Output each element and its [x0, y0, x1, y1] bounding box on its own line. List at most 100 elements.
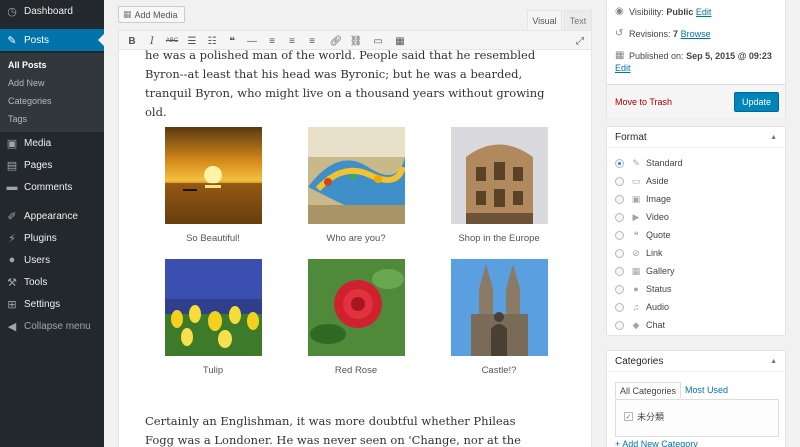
- numbered-list-icon[interactable]: ☷: [205, 34, 219, 48]
- menu-item-comments[interactable]: ▬ Comments: [0, 176, 104, 198]
- submenu-categories[interactable]: Categories: [8, 96, 52, 106]
- format-option-audio[interactable]: ♫ Audio: [615, 300, 669, 314]
- fullscreen-icon[interactable]: ⤢: [573, 34, 587, 48]
- horizontal-line-icon[interactable]: —: [245, 34, 259, 48]
- plugin-icon: ⚡: [8, 232, 16, 245]
- bullet-list-icon[interactable]: ☰: [185, 34, 199, 48]
- radio-checked[interactable]: [615, 158, 624, 168]
- tulip-image: [164, 259, 262, 356]
- collapse-menu-button[interactable]: ◀ Collapse menu: [0, 315, 104, 337]
- radio[interactable]: [615, 212, 624, 222]
- bold-icon[interactable]: B: [125, 34, 139, 48]
- format-option-quote[interactable]: ❝ Quote: [615, 228, 671, 242]
- tab-text[interactable]: Text: [564, 10, 592, 30]
- gallery-item[interactable]: Shop in the Europe: [439, 127, 559, 244]
- format-option-image[interactable]: ▣ Image: [615, 192, 671, 206]
- gallery-item[interactable]: Tulip: [153, 259, 273, 376]
- chat-icon: ◆: [632, 319, 640, 330]
- collapse-up-icon[interactable]: ▲: [770, 358, 777, 365]
- menu-item-pages[interactable]: ▤ Pages: [0, 154, 104, 176]
- gallery-item[interactable]: Castle!?: [439, 259, 559, 376]
- tab-visual[interactable]: Visual: [527, 10, 562, 30]
- video-icon: ▶: [632, 211, 640, 222]
- strikethrough-icon[interactable]: ABC: [165, 34, 179, 48]
- gallery-icon: ▦: [631, 265, 641, 276]
- submenu-all-posts[interactable]: All Posts: [8, 60, 47, 70]
- menu-item-appearance[interactable]: ✐ Appearance: [0, 205, 104, 227]
- dashboard-icon: ◷: [7, 5, 17, 18]
- eye-icon: ◉: [615, 6, 624, 17]
- editor-content[interactable]: he was a polished man of the world. Peop…: [118, 50, 592, 447]
- radio[interactable]: [615, 320, 624, 330]
- radio[interactable]: [615, 194, 624, 204]
- browse-revisions-link[interactable]: Browse: [681, 29, 711, 39]
- settings-icon: ⊞: [7, 298, 17, 311]
- pages-icon: ▤: [6, 159, 18, 172]
- revisions-row: ↺ Revisions: 7 Browse: [615, 28, 711, 39]
- menu-item-plugins[interactable]: ⚡ Plugins: [0, 227, 104, 249]
- radio[interactable]: [615, 284, 624, 294]
- format-option-aside[interactable]: ▭ Aside: [615, 174, 669, 188]
- gallery-caption: Castle!?: [481, 365, 517, 376]
- add-new-category-link[interactable]: + Add New Category: [615, 439, 698, 447]
- image-icon: ▣: [631, 193, 641, 204]
- format-option-link[interactable]: ⊘ Link: [615, 246, 663, 260]
- format-option-gallery[interactable]: ▦ Gallery: [615, 264, 675, 278]
- align-center-icon[interactable]: ≡: [285, 34, 299, 48]
- menu-item-posts[interactable]: ✎ Posts: [0, 29, 104, 51]
- sunset-image: [164, 127, 262, 224]
- menu-item-users[interactable]: ● Users: [0, 249, 104, 271]
- tab-all-categories[interactable]: All Categories: [615, 382, 682, 398]
- format-option-standard[interactable]: ✎ Standard: [615, 156, 683, 170]
- update-button[interactable]: Update: [734, 92, 779, 112]
- menu-item-media[interactable]: ▣ Media: [0, 132, 104, 154]
- categories-box: Categories ▲ All Categories Most Used ✓ …: [606, 350, 786, 447]
- gallery-caption: Shop in the Europe: [458, 233, 540, 244]
- radio[interactable]: [615, 266, 624, 276]
- format-box-title[interactable]: Format ▲: [607, 127, 785, 148]
- quote-icon: ❝: [633, 229, 639, 240]
- blockquote-icon[interactable]: ❝: [225, 34, 239, 48]
- format-box: Format ▲ ✎ Standard ▭ Aside ▣ Image ▶ Vi…: [606, 126, 786, 336]
- gallery-item[interactable]: Who are you?: [296, 127, 416, 244]
- collapse-up-icon[interactable]: ▲: [770, 134, 777, 141]
- published-edit-link[interactable]: Edit: [615, 63, 631, 73]
- editor-tools: ▦ Add Media Visual Text: [104, 0, 592, 30]
- format-option-video[interactable]: ▶ Video: [615, 210, 669, 224]
- toolbar-toggle-icon[interactable]: ▦: [393, 34, 407, 48]
- radio[interactable]: [615, 302, 624, 312]
- published-edit-row: Edit: [615, 63, 631, 73]
- add-media-button[interactable]: ▦ Add Media: [118, 6, 185, 23]
- visibility-edit-link[interactable]: Edit: [696, 7, 712, 17]
- format-option-chat[interactable]: ◆ Chat: [615, 318, 665, 332]
- pushpin-icon: ✎: [7, 34, 17, 47]
- radio[interactable]: [615, 248, 624, 258]
- align-left-icon[interactable]: ≡: [265, 34, 279, 48]
- italic-icon[interactable]: I: [145, 34, 159, 48]
- gallery-item[interactable]: Red Rose: [296, 259, 416, 376]
- menu-item-tools[interactable]: ⚒ Tools: [0, 271, 104, 293]
- align-right-icon[interactable]: ≡: [305, 34, 319, 48]
- gallery-item[interactable]: So Beautiful!: [153, 127, 273, 244]
- read-more-icon[interactable]: ▭: [371, 34, 385, 48]
- menu-item-dashboard[interactable]: ◷ Dashboard: [0, 0, 104, 22]
- pushpin-icon: ✎: [632, 157, 640, 168]
- categories-box-title[interactable]: Categories ▲: [607, 351, 785, 372]
- building-image: [450, 127, 548, 224]
- category-list: ✓ 未分類: [615, 399, 779, 437]
- radio[interactable]: [615, 230, 624, 240]
- revisions-clock-icon: ↺: [615, 28, 624, 39]
- submenu-tags[interactable]: Tags: [8, 114, 27, 124]
- checkbox-checked-icon[interactable]: ✓: [624, 412, 633, 421]
- user-icon: ●: [8, 254, 16, 266]
- category-item[interactable]: ✓ 未分類: [624, 410, 664, 423]
- insert-link-icon[interactable]: 🔗︎: [329, 34, 343, 48]
- radio[interactable]: [615, 176, 624, 186]
- tab-most-used[interactable]: Most Used: [681, 382, 732, 398]
- gallery-caption: Tulip: [202, 365, 224, 376]
- unlink-icon[interactable]: ⛓: [349, 34, 363, 48]
- submenu-add-new[interactable]: Add New: [8, 78, 45, 88]
- move-to-trash-link[interactable]: Move to Trash: [615, 97, 672, 107]
- format-option-status[interactable]: ● Status: [615, 282, 672, 296]
- menu-item-settings[interactable]: ⊞ Settings: [0, 293, 104, 315]
